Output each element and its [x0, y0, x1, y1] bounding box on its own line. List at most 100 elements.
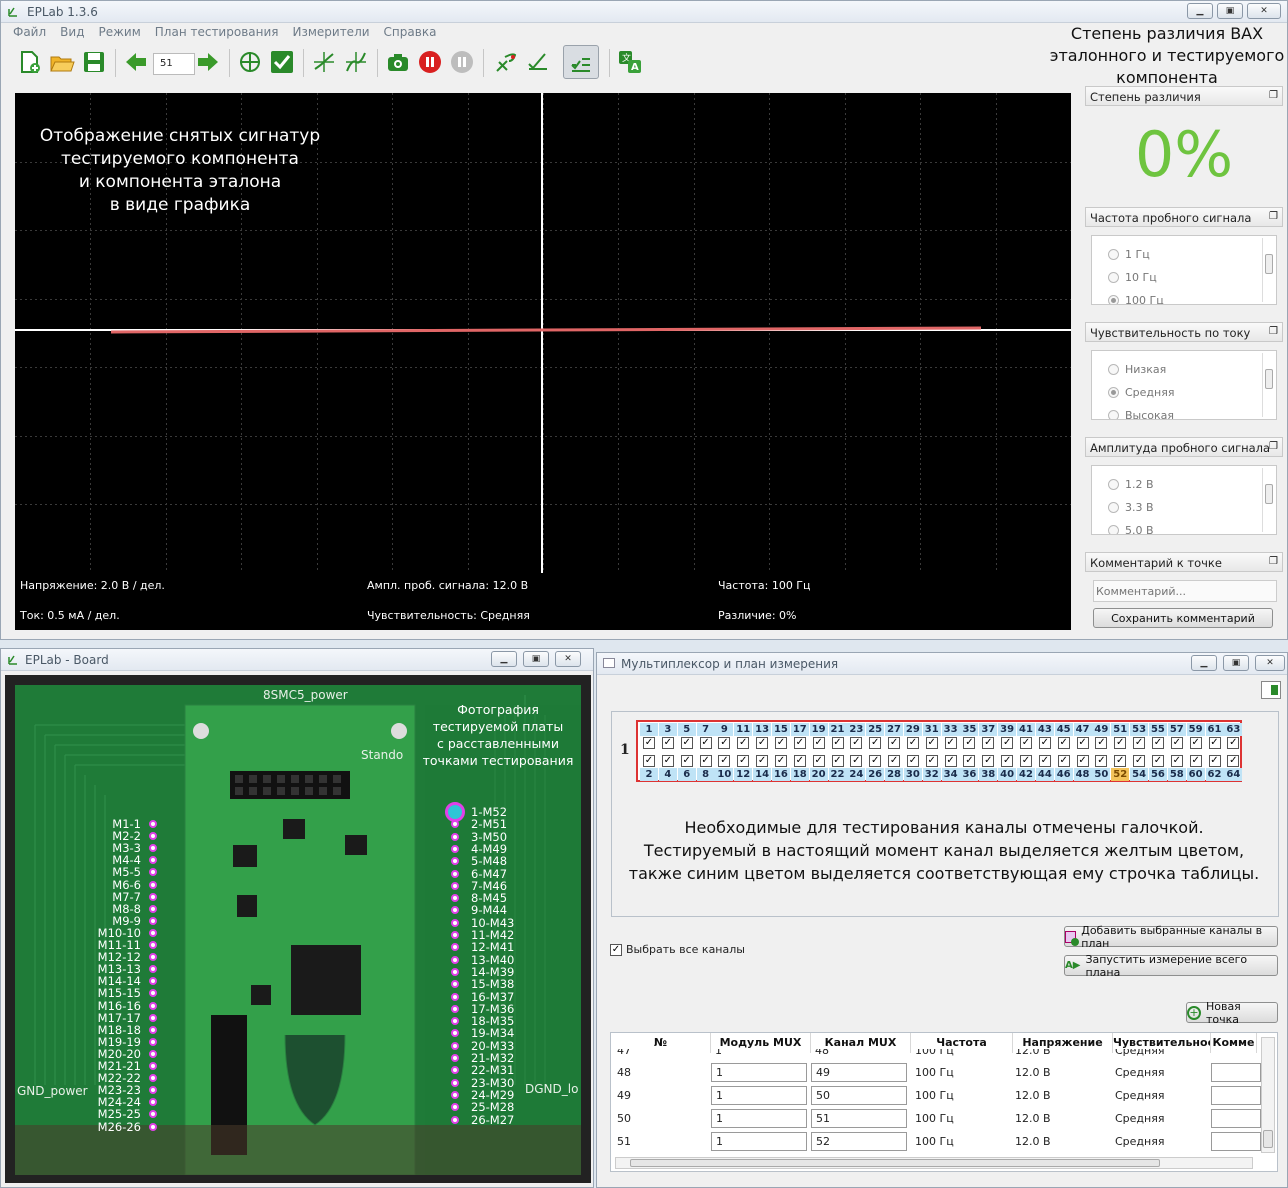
cell-comment[interactable]: [1211, 1063, 1261, 1082]
cell-channel[interactable]: 50: [811, 1086, 907, 1105]
channel-checkbox[interactable]: ✓: [1227, 755, 1240, 767]
scroll-thumb[interactable]: [1265, 369, 1273, 389]
frequency-option-1hz[interactable]: 1 Гц: [1108, 248, 1150, 261]
table-hscroll[interactable]: [615, 1157, 1253, 1169]
channel-checkbox[interactable]: ✓: [1038, 755, 1051, 767]
test-point[interactable]: [149, 916, 157, 925]
test-point[interactable]: [451, 1078, 459, 1087]
test-point[interactable]: [149, 1037, 157, 1046]
channel-checkbox[interactable]: ✓: [925, 737, 938, 749]
cell-channel[interactable]: 51: [811, 1109, 907, 1128]
channel-checkbox[interactable]: ✓: [1227, 737, 1240, 749]
test-point[interactable]: [149, 1013, 157, 1022]
channel-checkbox[interactable]: ✓: [982, 737, 995, 749]
test-point[interactable]: [149, 941, 157, 949]
channel-checkbox[interactable]: ✓: [869, 755, 882, 767]
channel-checkbox[interactable]: ✓: [1095, 755, 1108, 767]
channel-checkbox[interactable]: ✓: [661, 737, 674, 749]
table-row[interactable]: 50 1 51 100 Гц 12.0 В Средняя: [611, 1107, 1277, 1130]
test-point[interactable]: [451, 1090, 459, 1099]
channel-checkbox[interactable]: ✓: [1095, 737, 1108, 749]
frequency-option-100hz[interactable]: 100 Гц: [1108, 294, 1164, 304]
test-plan-mode-button[interactable]: [563, 45, 599, 79]
table-row[interactable]: 51 1 52 100 Гц 12.0 В Средняя: [611, 1130, 1277, 1153]
channel-checkbox[interactable]: ✓: [925, 755, 938, 767]
sensitivity-option-low[interactable]: Низкая: [1108, 363, 1166, 376]
channel-checkbox[interactable]: ✓: [793, 755, 806, 767]
channel-checkbox[interactable]: ✓: [850, 737, 863, 749]
menu-test-plan[interactable]: План тестирования: [155, 25, 279, 39]
channel-checkbox[interactable]: ✓: [774, 737, 787, 749]
cell-module[interactable]: 1: [711, 1063, 807, 1082]
channel-checkbox[interactable]: ✓: [1133, 755, 1146, 767]
channel-checkbox[interactable]: ✓: [1151, 755, 1164, 767]
sensitivity-option-medium[interactable]: Средняя: [1108, 386, 1174, 399]
channel-checkbox[interactable]: ✓: [718, 755, 731, 767]
test-point[interactable]: [451, 844, 459, 853]
table-vscroll[interactable]: [1261, 1037, 1275, 1153]
channel-checkbox[interactable]: ✓: [906, 737, 919, 749]
new-file-button[interactable]: [15, 47, 45, 77]
signature-button-2[interactable]: [341, 47, 371, 77]
probe-button[interactable]: [491, 47, 521, 77]
channel-checkbox[interactable]: ✓: [737, 737, 750, 749]
amplitude-option-5-0v[interactable]: 5.0 В: [1108, 524, 1154, 534]
float-icon[interactable]: ❐: [1269, 90, 1278, 101]
channel-checkbox[interactable]: ✓: [1020, 755, 1032, 767]
scroll-thumb[interactable]: [630, 1159, 1160, 1167]
test-point[interactable]: [149, 1049, 157, 1058]
channel-checkbox[interactable]: ✓: [1057, 755, 1070, 767]
next-point-button[interactable]: [193, 47, 223, 77]
cell-channel[interactable]: 49: [811, 1063, 907, 1082]
cell-module[interactable]: 1: [711, 1132, 807, 1151]
channel-checkbox[interactable]: ✓: [1170, 737, 1183, 749]
cell-comment[interactable]: [1211, 1109, 1261, 1128]
test-point[interactable]: [451, 881, 459, 890]
channel-checkbox[interactable]: ✓: [774, 755, 787, 767]
channel-checkbox[interactable]: ✓: [699, 755, 712, 767]
channel-checkbox[interactable]: ✓: [1151, 737, 1164, 749]
sensitivity-scrollbar[interactable]: [1262, 353, 1274, 417]
channel-checkbox[interactable]: ✓: [831, 755, 844, 767]
amplitude-option-1-2v[interactable]: 1.2 В: [1108, 478, 1154, 491]
test-point[interactable]: [149, 904, 157, 913]
language-button[interactable]: 文A: [615, 47, 645, 77]
channel-checkbox[interactable]: ✓: [831, 737, 844, 749]
channel-checkbox[interactable]: ✓: [850, 755, 863, 767]
channel-checkbox[interactable]: ✓: [793, 737, 806, 749]
channel-checkbox[interactable]: ✓: [812, 737, 825, 749]
channel-checkbox[interactable]: ✓: [963, 755, 976, 767]
test-point[interactable]: [149, 1025, 157, 1034]
test-point[interactable]: [451, 955, 459, 964]
channel-checkbox[interactable]: ✓: [888, 755, 901, 767]
float-icon[interactable]: ❐: [1269, 211, 1278, 222]
open-file-button[interactable]: [47, 47, 77, 77]
maximize-button[interactable]: ▣: [1217, 3, 1243, 19]
stop-button[interactable]: [415, 47, 445, 77]
test-point[interactable]: [451, 918, 459, 927]
channel-checkbox[interactable]: ✓: [963, 737, 976, 749]
channel-checkbox[interactable]: ✓: [1114, 737, 1127, 749]
select-all-checkbox[interactable]: ✓ Выбрать все каналы: [610, 943, 745, 956]
scroll-thumb[interactable]: [1265, 484, 1273, 504]
prev-point-button[interactable]: [121, 47, 151, 77]
channel-checkbox[interactable]: ✓: [906, 755, 919, 767]
channel-checkbox[interactable]: ✓: [1001, 755, 1014, 767]
test-point[interactable]: [149, 820, 157, 828]
channel-checkbox[interactable]: ✓: [1208, 737, 1221, 749]
test-point[interactable]: [451, 1041, 459, 1050]
add-channels-button[interactable]: Добавить выбранные каналы в план: [1064, 924, 1278, 950]
cell-channel[interactable]: 52: [811, 1132, 907, 1151]
menu-file[interactable]: Файл: [13, 25, 46, 39]
table-row[interactable]: 49 1 50 100 Гц 12.0 В Средняя: [611, 1084, 1277, 1107]
frequency-scrollbar[interactable]: [1262, 238, 1274, 302]
minimize-button[interactable]: ▁: [1187, 3, 1213, 19]
channel-checkbox[interactable]: ✓: [888, 737, 901, 749]
signature-button-1[interactable]: [309, 47, 339, 77]
close-button[interactable]: ✕: [1247, 3, 1281, 19]
run-plan-button[interactable]: A▶ Запустить измерение всего плана: [1064, 953, 1278, 979]
sensitivity-option-high[interactable]: Высокая: [1108, 409, 1174, 419]
cell-comment[interactable]: [1211, 1086, 1261, 1105]
channel-checkbox[interactable]: ✓: [680, 737, 693, 749]
channel-checkbox[interactable]: ✓: [1133, 737, 1146, 749]
